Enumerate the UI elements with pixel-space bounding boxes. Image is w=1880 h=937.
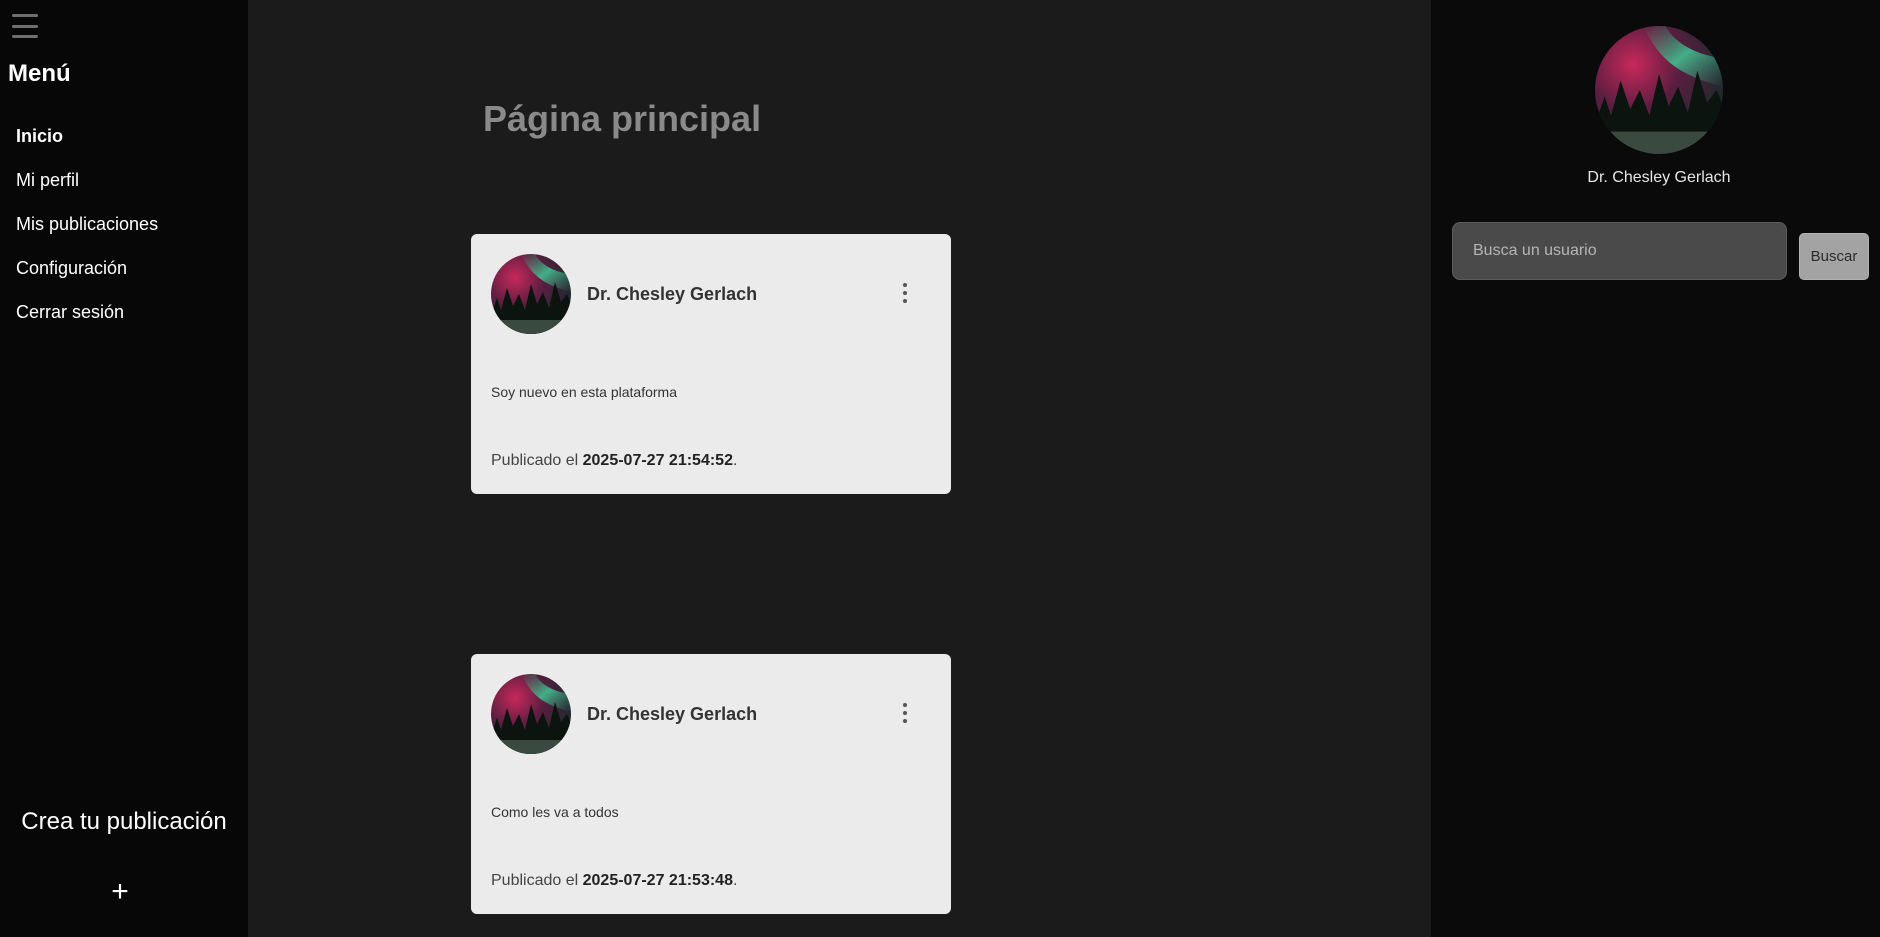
right-panel: Dr. Chesley Gerlach Buscar <box>1431 0 1880 937</box>
post-content: Como les va a todos <box>491 804 619 820</box>
current-user-name: Dr. Chesley Gerlach <box>1587 169 1731 186</box>
post-card: Dr. Chesley Gerlach Como les va a todos … <box>471 654 951 914</box>
menu-title: Menú <box>8 60 71 87</box>
post-content: Soy nuevo en esta plataforma <box>491 384 678 400</box>
create-post-plus-icon[interactable]: + <box>104 876 136 908</box>
sidebar-item-mi-perfil[interactable]: Mi perfil <box>16 166 158 210</box>
sidebar-item-configuracion[interactable]: Configuración <box>16 254 158 298</box>
sidebar-item-cerrar-sesion[interactable]: Cerrar sesión <box>16 298 158 342</box>
author-avatar[interactable] <box>491 254 571 334</box>
current-user-avatar[interactable] <box>1595 26 1723 154</box>
sidebar: Menú Inicio Mi perfil Mis publicaciones … <box>0 0 248 937</box>
sidebar-item-inicio[interactable]: Inicio <box>16 122 158 166</box>
post-author-name[interactable]: Dr. Chesley Gerlach <box>587 284 757 305</box>
post-timestamp: 2025-07-27 21:53:48 <box>582 872 733 889</box>
page-title: Página principal <box>483 98 762 139</box>
sidebar-item-mis-publicaciones[interactable]: Mis publicaciones <box>16 210 158 254</box>
search-button[interactable]: Buscar <box>1799 233 1869 280</box>
sidebar-nav: Inicio Mi perfil Mis publicaciones Confi… <box>16 122 158 342</box>
main-feed: Página principal Dr. Chesley Gerlach Soy… <box>248 0 1431 937</box>
hamburger-menu-icon[interactable] <box>12 14 38 38</box>
post-author-name[interactable]: Dr. Chesley Gerlach <box>587 704 757 725</box>
post-timestamp: 2025-07-27 21:54:52 <box>582 452 733 469</box>
post-date: Publicado el 2025-07-27 21:54:52. <box>491 452 738 469</box>
author-avatar[interactable] <box>491 674 571 754</box>
more-options-icon[interactable] <box>897 280 913 306</box>
more-options-icon[interactable] <box>897 700 913 726</box>
post-date: Publicado el 2025-07-27 21:53:48. <box>491 872 738 889</box>
post-card: Dr. Chesley Gerlach Soy nuevo en esta pl… <box>471 234 951 494</box>
create-post-label: Crea tu publicación <box>21 808 227 835</box>
user-search-input[interactable] <box>1452 222 1787 280</box>
